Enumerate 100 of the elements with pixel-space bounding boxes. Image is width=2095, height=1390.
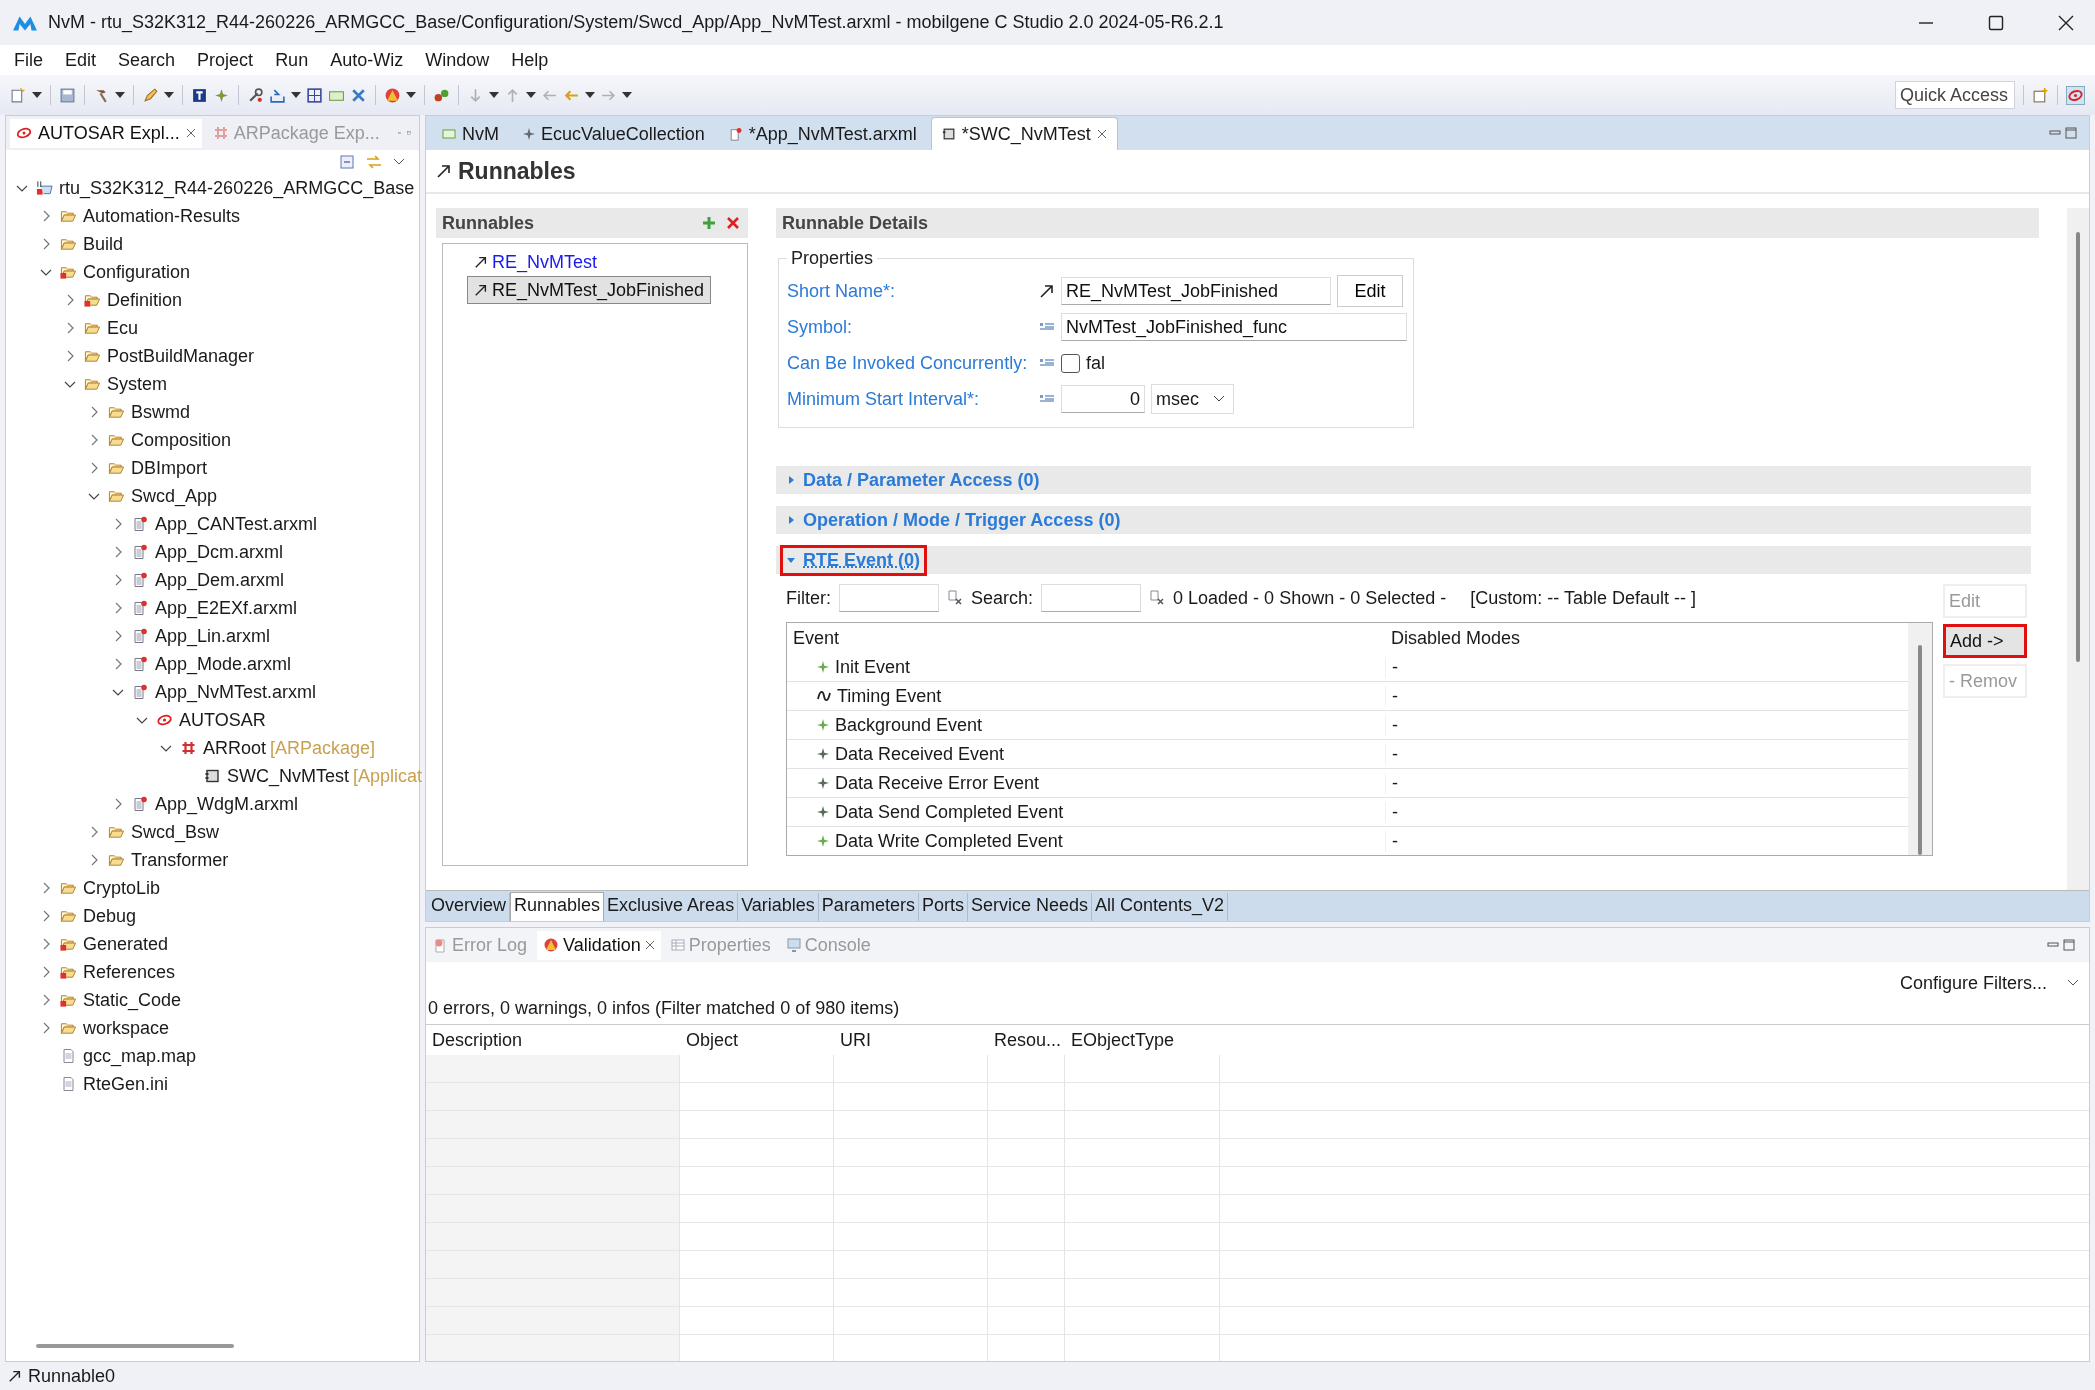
view-tab[interactable]: AUTOSAR Expl...: [10, 118, 202, 148]
dropdown-caret-icon[interactable]: [585, 91, 595, 99]
tree-item[interactable]: Swcd_App: [131, 485, 218, 507]
tree-item[interactable]: App_E2EXf.arxml: [155, 597, 298, 619]
tree-item[interactable]: Transformer: [131, 849, 229, 871]
dropdown-caret-icon[interactable]: [291, 91, 301, 99]
menu-item[interactable]: Run: [275, 49, 320, 71]
quick-access-field[interactable]: Quick Access: [1895, 81, 2015, 109]
dropdown-caret-icon[interactable]: [622, 91, 632, 99]
letter-box-icon[interactable]: [191, 86, 208, 104]
dropdown-caret-icon[interactable]: [115, 91, 125, 99]
tree-item[interactable]: gcc_map.map: [83, 1045, 197, 1067]
save-icon[interactable]: [59, 86, 76, 104]
page-tab[interactable]: Parameters: [818, 893, 919, 921]
menu-item[interactable]: Search: [118, 49, 187, 71]
tree-item[interactable]: Automation-Results: [83, 205, 241, 227]
column-header[interactable]: Event: [787, 627, 1385, 649]
search-field[interactable]: [1041, 584, 1142, 612]
edit-button[interactable]: Edit: [1337, 275, 1403, 307]
tree-item[interactable]: App_WdgM.arxml: [155, 793, 299, 815]
scrollbar-thumb[interactable]: [2076, 232, 2080, 662]
dropdown-caret-icon[interactable]: [32, 91, 42, 99]
tree-item[interactable]: Definition: [107, 289, 183, 311]
menu-item[interactable]: Project: [197, 49, 265, 71]
tree-item[interactable]: App_Dcm.arxml: [155, 541, 284, 563]
menu-item[interactable]: File: [14, 49, 54, 71]
tree-item[interactable]: Build: [83, 233, 124, 255]
tree-item[interactable]: Configuration: [83, 261, 191, 283]
dropdown-caret-icon[interactable]: [526, 91, 536, 99]
tree-item[interactable]: App_NvMTest.arxml: [155, 681, 317, 703]
page-tab[interactable]: Ports: [918, 893, 968, 921]
tree-item[interactable]: PostBuildManager: [107, 345, 255, 367]
column-header[interactable]: Disabled Modes: [1385, 627, 1908, 649]
runnable-item[interactable]: RE_NvMTest: [467, 248, 605, 276]
short-name-field[interactable]: RE_NvMTest_JobFinished: [1061, 277, 1331, 305]
tree-item[interactable]: RteGen.ini: [83, 1073, 169, 1095]
tree-item[interactable]: Ecu: [107, 317, 139, 339]
page-tab[interactable]: Service Needs: [967, 893, 1092, 921]
tree-item[interactable]: Bswmd: [131, 401, 190, 423]
delete-icon[interactable]: [726, 216, 740, 230]
view-menu-icon[interactable]: [2067, 978, 2079, 988]
scrollbar-thumb[interactable]: [1918, 645, 1922, 855]
editor-tab[interactable]: NvM: [432, 118, 509, 150]
editor-tab[interactable]: EcucValueCollection: [513, 118, 715, 150]
tree-item[interactable]: Generated: [83, 933, 169, 955]
tree-item[interactable]: rtu_S32K312_R44-260226_ARMGCC_Base: [59, 177, 415, 199]
dropdown-caret-icon[interactable]: [489, 91, 499, 99]
add-icon[interactable]: [702, 216, 716, 230]
column-header[interactable]: Resou...: [988, 1029, 1065, 1051]
section-toggle[interactable]: RTE Event (0): [780, 544, 928, 576]
collapse-all-icon[interactable]: [339, 154, 355, 170]
clear-search-icon[interactable]: [1149, 590, 1166, 606]
sparkle-icon[interactable]: [213, 86, 230, 104]
tree-item[interactable]: Composition: [131, 429, 232, 451]
tree-item[interactable]: App_Mode.arxml: [155, 653, 292, 675]
dropdown-caret-icon[interactable]: [406, 91, 416, 99]
tree-item[interactable]: DBImport: [131, 457, 208, 479]
warning-icon[interactable]: [384, 86, 401, 104]
tree-item[interactable]: AUTOSAR: [179, 709, 266, 731]
tree-item[interactable]: CryptoLib: [83, 877, 161, 899]
tree-item[interactable]: System: [107, 373, 167, 395]
symbol-field[interactable]: NvMTest_JobFinished_func: [1061, 313, 1407, 341]
tree-item[interactable]: App_Dem.arxml: [155, 569, 285, 591]
editor-tab[interactable]: *App_NvMTest.arxml: [718, 118, 927, 150]
eye-icon[interactable]: [2066, 85, 2085, 105]
dropdown-caret-icon[interactable]: [164, 91, 174, 99]
tree-item[interactable]: Swcd_Bsw: [131, 821, 220, 843]
tree-item[interactable]: Static_Code: [83, 989, 182, 1011]
tree-item[interactable]: References: [83, 961, 176, 983]
link-arrows-icon[interactable]: [365, 154, 383, 170]
interval-field[interactable]: 0: [1061, 385, 1145, 413]
view-menu-icon[interactable]: [393, 157, 405, 167]
tree-item[interactable]: SWC_NvMTest: [227, 765, 349, 787]
column-header[interactable]: Object: [680, 1029, 834, 1051]
page-tab[interactable]: All Contents_V2: [1092, 893, 1229, 921]
menu-item[interactable]: Help: [511, 49, 560, 71]
editor-tab[interactable]: *SWC_NvMTest: [930, 117, 1118, 150]
tree-item[interactable]: App_Lin.arxml: [155, 625, 271, 647]
page-tab[interactable]: Variables: [738, 893, 819, 921]
column-header[interactable]: EObjectType: [1065, 1029, 1220, 1051]
runnable-item[interactable]: RE_NvMTest_JobFinished: [467, 276, 712, 304]
clear-filter-icon[interactable]: [947, 590, 963, 606]
maximize-icon[interactable]: [1987, 13, 2005, 32]
new-file-icon[interactable]: [10, 86, 27, 104]
menu-item[interactable]: Edit: [65, 49, 108, 71]
view-tab[interactable]: Validation: [537, 930, 661, 960]
perspective-icon[interactable]: [2032, 86, 2049, 104]
tree-item[interactable]: Debug: [83, 905, 137, 927]
page-tab[interactable]: Runnables: [510, 892, 605, 921]
tree-item[interactable]: ARRoot: [203, 737, 267, 759]
pencil-icon[interactable]: [142, 86, 159, 104]
menu-item[interactable]: Auto-Wiz: [330, 49, 415, 71]
menu-item[interactable]: Window: [425, 49, 501, 71]
scrollbar-thumb[interactable]: [36, 1344, 234, 1348]
filter-field[interactable]: [839, 584, 939, 612]
columns-icon[interactable]: [306, 86, 323, 104]
unit-dropdown[interactable]: msec: [1151, 384, 1234, 414]
close-icon[interactable]: [2057, 13, 2075, 32]
page-tab[interactable]: Exclusive Areas: [604, 893, 739, 921]
configure-filters-link[interactable]: Configure Filters...: [1899, 972, 2047, 994]
